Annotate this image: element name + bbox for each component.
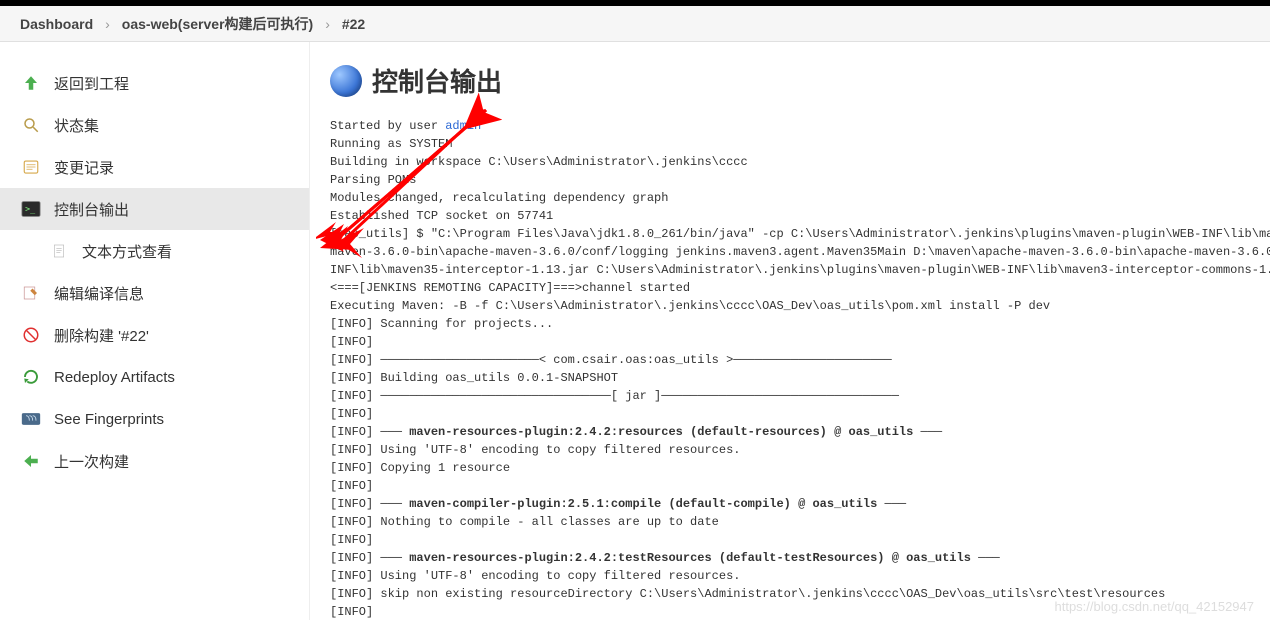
redeploy-icon bbox=[20, 366, 42, 388]
sidebar-item-label: 控制台输出 bbox=[54, 199, 129, 220]
console-line: [INFO] bbox=[330, 477, 1270, 495]
console-line: Parsing POMs bbox=[330, 171, 1270, 189]
breadcrumb-job[interactable]: oas-web(server构建后可执行) bbox=[122, 14, 313, 34]
console-plugin: maven-resources-plugin:2.4.2:testResourc… bbox=[409, 551, 971, 565]
sidebar-item-label: 删除构建 '#22' bbox=[54, 325, 149, 346]
sidebar-item-label: Redeploy Artifacts bbox=[54, 369, 175, 386]
console-line: [INFO] ──────────────────────< com.csair… bbox=[330, 351, 1270, 369]
edit-icon bbox=[20, 282, 42, 304]
sidebar-item-redeploy[interactable]: Redeploy Artifacts bbox=[0, 356, 309, 398]
sidebar-item-previous[interactable]: 上一次构建 bbox=[0, 440, 309, 482]
sidebar-item-label: 文本方式查看 bbox=[82, 241, 172, 262]
sidebar-item-changes[interactable]: 变更记录 bbox=[0, 146, 309, 188]
console-line: [INFO] bbox=[330, 333, 1270, 351]
console-output: Started by user admin Running as SYSTEM … bbox=[330, 117, 1270, 620]
sidebar-item-label: 状态集 bbox=[54, 115, 99, 136]
console-plugin: maven-resources-plugin:2.4.2:resources (… bbox=[409, 425, 913, 439]
console-user-link[interactable]: admin bbox=[445, 119, 481, 133]
console-line: [oas_utils] $ "C:\Program Files\Java\jdk… bbox=[330, 225, 1270, 243]
console-line: [INFO] Using 'UTF-8' encoding to copy fi… bbox=[330, 441, 1270, 459]
sidebar-item-label: 上一次构建 bbox=[54, 451, 129, 472]
console-line: maven-3.6.0-bin\apache-maven-3.6.0/conf/… bbox=[330, 243, 1270, 261]
sidebar-item-label: 变更记录 bbox=[54, 157, 114, 178]
main-panel: 控制台输出 Started by user admin Running as S… bbox=[310, 42, 1270, 620]
sidebar-item-delete[interactable]: 删除构建 '#22' bbox=[0, 314, 309, 356]
console-line: [INFO] Building oas_utils 0.0.1-SNAPSHOT bbox=[330, 369, 1270, 387]
console-line: [INFO] Copying 1 resource bbox=[330, 459, 1270, 477]
console-text: Started by user bbox=[330, 119, 445, 133]
console-line: Established TCP socket on 57741 bbox=[330, 207, 1270, 225]
console-text: [INFO] ─── bbox=[330, 497, 409, 511]
svg-text:>_: >_ bbox=[25, 204, 36, 214]
delete-icon bbox=[20, 324, 42, 346]
console-plugin: maven-compiler-plugin:2.5.1:compile (def… bbox=[409, 497, 877, 511]
breadcrumb-sep: › bbox=[105, 16, 110, 32]
sidebar: 返回到工程 状态集 变更记录 >_ 控制台输出 文本方式查看 bbox=[0, 42, 310, 620]
console-line: [INFO] Nothing to compile - all classes … bbox=[330, 513, 1270, 531]
breadcrumb: Dashboard › oas-web(server构建后可执行) › #22 bbox=[0, 6, 1270, 42]
console-line: <===[JENKINS REMOTING CAPACITY]===>chann… bbox=[330, 279, 1270, 297]
sidebar-item-status[interactable]: 状态集 bbox=[0, 104, 309, 146]
sidebar-item-label: See Fingerprints bbox=[54, 411, 164, 428]
breadcrumb-dashboard[interactable]: Dashboard bbox=[20, 16, 93, 32]
page-title-text: 控制台输出 bbox=[372, 62, 502, 99]
console-line: [INFO] ────────────────────────────────[… bbox=[330, 387, 1270, 405]
sidebar-item-edit[interactable]: 编辑编译信息 bbox=[0, 272, 309, 314]
breadcrumb-sep: › bbox=[325, 16, 330, 32]
console-line: Running as SYSTEM bbox=[330, 135, 1270, 153]
console-line: INF\lib\maven35-interceptor-1.13.jar C:\… bbox=[330, 261, 1270, 279]
sidebar-item-label: 返回到工程 bbox=[54, 73, 129, 94]
page-title: 控制台输出 bbox=[330, 62, 1270, 99]
console-text: [INFO] ─── bbox=[330, 551, 409, 565]
breadcrumb-build[interactable]: #22 bbox=[342, 16, 365, 32]
console-text: ─── bbox=[913, 425, 942, 439]
console-text: ─── bbox=[971, 551, 1000, 565]
sidebar-item-fingerprints[interactable]: See Fingerprints bbox=[0, 398, 309, 440]
build-status-ball-icon bbox=[330, 65, 362, 97]
console-text: ─── bbox=[877, 497, 906, 511]
console-line: [INFO] Using 'UTF-8' encoding to copy fi… bbox=[330, 567, 1270, 585]
sidebar-item-back[interactable]: 返回到工程 bbox=[0, 62, 309, 104]
console-line: [INFO] bbox=[330, 531, 1270, 549]
sidebar-item-console[interactable]: >_ 控制台输出 bbox=[0, 188, 309, 230]
left-arrow-icon bbox=[20, 450, 42, 472]
watermark: https://blog.csdn.net/qq_42152947 bbox=[1055, 599, 1255, 614]
console-line: [INFO] bbox=[330, 405, 1270, 423]
sidebar-item-plaintext[interactable]: 文本方式查看 bbox=[0, 230, 309, 272]
console-line: Building in workspace C:\Users\Administr… bbox=[330, 153, 1270, 171]
search-icon bbox=[20, 114, 42, 136]
terminal-icon: >_ bbox=[20, 198, 42, 220]
list-icon bbox=[20, 156, 42, 178]
document-icon bbox=[48, 240, 70, 262]
sidebar-item-label: 编辑编译信息 bbox=[54, 283, 144, 304]
console-line: [INFO] Scanning for projects... bbox=[330, 315, 1270, 333]
up-arrow-icon bbox=[20, 72, 42, 94]
console-line: Modules changed, recalculating dependenc… bbox=[330, 189, 1270, 207]
console-text: [INFO] ─── bbox=[330, 425, 409, 439]
console-line: Executing Maven: -B -f C:\Users\Administ… bbox=[330, 297, 1270, 315]
fingerprint-icon bbox=[20, 408, 42, 430]
